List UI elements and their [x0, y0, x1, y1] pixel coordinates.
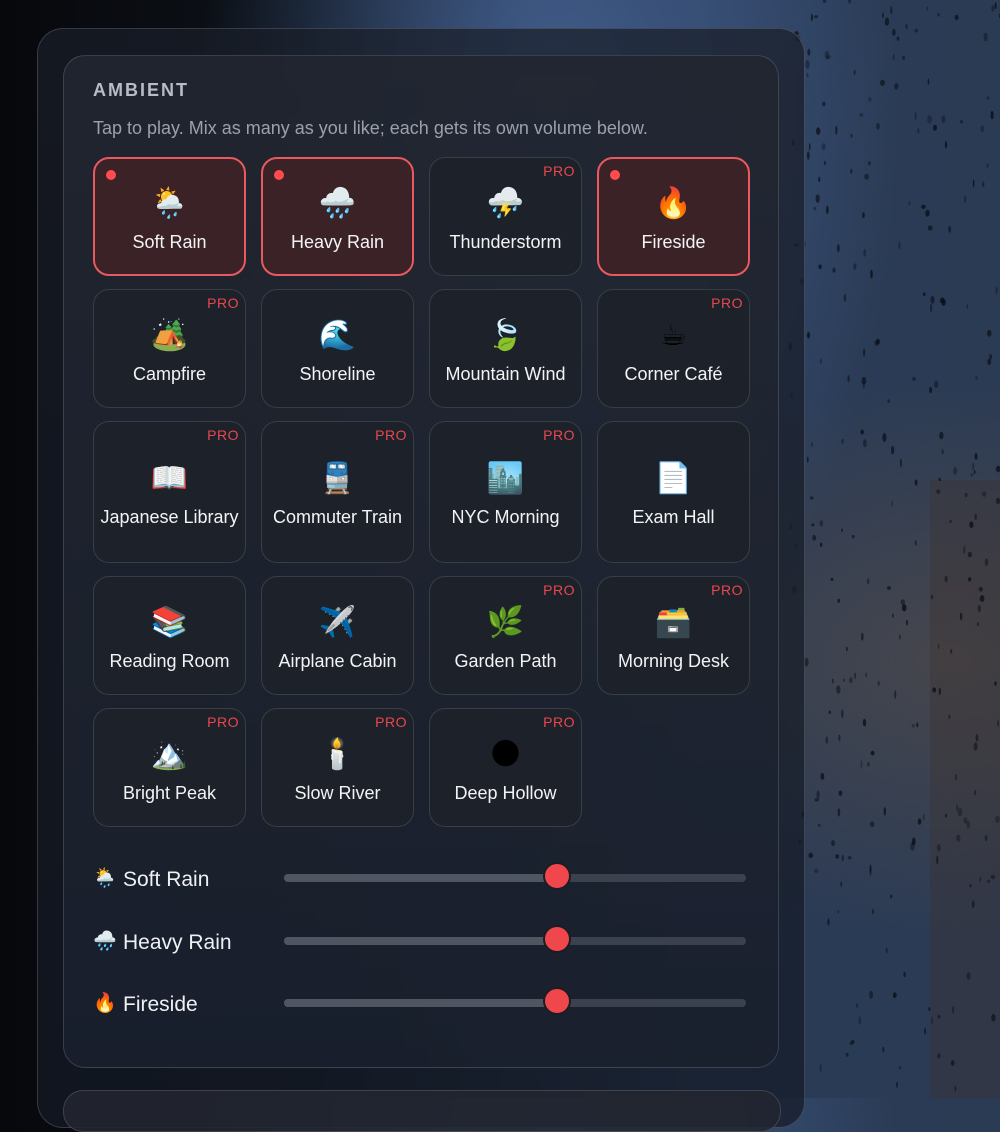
volume-slider-thumb[interactable]	[542, 862, 571, 890]
sound-tile[interactable]: 🌦️ Soft Rain	[93, 157, 246, 276]
sound-tile-label: Morning Desk	[617, 650, 730, 671]
sound-tile-label: Bright Peak	[122, 782, 217, 803]
book-icon: 📖	[150, 462, 189, 495]
card-box-icon: 🗃️	[654, 605, 693, 639]
pro-badge: PRO	[207, 427, 239, 443]
volume-slider-track[interactable]	[284, 924, 746, 953]
sound-tile[interactable]: PRO 🏙️ NYC Morning	[429, 421, 582, 563]
sound-tile-label: Fireside	[641, 231, 706, 252]
volume-slider-track[interactable]	[284, 987, 746, 1015]
playing-indicator	[610, 170, 620, 180]
sound-tile-label: Heavy Rain	[290, 231, 385, 252]
volume-slider-track[interactable]	[284, 862, 746, 890]
sound-tile[interactable]: 🍃 Mountain Wind	[429, 289, 582, 408]
sound-tile[interactable]: PRO 🏔️ Bright Peak	[93, 708, 246, 827]
sound-tile-label: Soft Rain	[132, 231, 207, 252]
train-icon: 🚆	[318, 462, 357, 495]
coffee-icon: ☕	[660, 318, 687, 352]
sun-rain-icon: 🌦️	[150, 186, 189, 220]
playing-indicator	[274, 170, 284, 180]
volume-slider-fill	[284, 936, 557, 945]
sound-tile-label: NYC Morning	[451, 507, 560, 527]
sound-grid: 🌦️ Soft Rain 🌧️ Heavy Rain PRO ⛈️ Thunderstorm…	[93, 157, 750, 827]
sound-tile[interactable]: 🌧️ Heavy Rain	[261, 157, 414, 276]
sound-tile-label: Exam Hall	[632, 507, 715, 527]
sound-tile[interactable]: PRO ⛈️ Thunderstorm	[429, 157, 582, 276]
sound-tile-label: Thunderstorm	[449, 231, 562, 252]
sound-tile-label: Commuter Train	[272, 507, 403, 527]
sound-tile-label: Shoreline	[299, 363, 376, 384]
sound-tile[interactable]: ✈️ Airplane Cabin	[261, 576, 414, 695]
sound-tile[interactable]: 🌊 Shoreline	[261, 289, 414, 408]
pro-badge: PRO	[543, 427, 575, 443]
panel-subtitle: Tap to play. Mix as many as you like; ea…	[93, 118, 648, 138]
sound-tile-label: Deep Hollow	[454, 782, 557, 803]
volume-row: 🔥 Fireside	[93, 985, 753, 1048]
volume-slider-fill	[284, 999, 557, 1007]
airplane-icon: ✈️	[318, 605, 357, 639]
herb-icon: 🌿	[486, 605, 525, 639]
next-card	[63, 1090, 781, 1132]
volume-slider-thumb[interactable]	[542, 987, 571, 1015]
rain-cloud-icon: 🌧️	[318, 186, 357, 220]
rain-cloud-icon: 🌧️	[93, 930, 117, 952]
pro-badge: PRO	[207, 714, 239, 730]
pro-badge: PRO	[543, 714, 575, 730]
panel-title: AMBIENT	[93, 80, 189, 100]
thunder-cloud-icon: ⛈️	[486, 186, 525, 220]
sound-tile-label: Airplane Cabin	[278, 650, 397, 671]
sound-tile[interactable]: PRO ☕ Corner Café	[597, 289, 750, 408]
volume-label: Soft Rain	[123, 868, 210, 891]
new-moon-icon: 🌑	[489, 737, 522, 771]
sound-tile[interactable]: PRO 📖 Japanese Library	[93, 421, 246, 563]
sound-tile[interactable]: PRO 🏕️ Campfire	[93, 289, 246, 408]
sound-tile[interactable]: 📚 Reading Room	[93, 576, 246, 695]
fire-icon: 🔥	[93, 993, 117, 1014]
sound-tile-label: Corner Café	[624, 363, 723, 384]
playing-indicator	[106, 170, 116, 180]
fire-icon: 🔥	[654, 186, 693, 220]
pro-badge: PRO	[543, 163, 575, 179]
sound-tile[interactable]: PRO 🗃️ Morning Desk	[597, 576, 750, 695]
sound-tile-label: Slow River	[294, 782, 381, 803]
leaves-icon: 🍃	[486, 318, 525, 352]
sound-tile[interactable]: PRO 🌿 Garden Path	[429, 576, 582, 695]
mountain-icon: 🏔️	[150, 737, 189, 771]
camping-icon: 🏕️	[150, 318, 189, 352]
sound-tile-label: Campfire	[132, 363, 207, 384]
sound-tile-label: Mountain Wind	[445, 363, 566, 384]
sun-rain-icon: 🌦️	[93, 868, 117, 889]
volume-slider-thumb[interactable]	[542, 924, 571, 953]
pro-badge: PRO	[375, 714, 407, 730]
sound-tile-label: Garden Path	[454, 650, 557, 671]
volume-slider-fill	[284, 874, 557, 882]
sound-tile[interactable]: 🔥 Fireside	[597, 157, 750, 276]
sound-tile[interactable]: PRO 🌑 Deep Hollow	[429, 708, 582, 827]
sound-tile-label: Reading Room	[109, 650, 230, 671]
candle-icon: 🕯️	[318, 737, 357, 771]
books-icon: 📚	[150, 605, 189, 639]
volume-mixer: 🌦️ Soft Rain 🌧️ Heavy Rain 🔥 Fireside	[93, 860, 753, 1048]
pro-badge: PRO	[375, 427, 407, 443]
page-icon: 📄	[654, 462, 693, 495]
sound-tile-label: Japanese Library	[100, 507, 239, 527]
wave-icon: 🌊	[318, 318, 357, 352]
pro-badge: PRO	[711, 295, 743, 311]
sound-tile[interactable]: PRO 🕯️ Slow River	[261, 708, 414, 827]
sound-tile[interactable]: PRO 🚆 Commuter Train	[261, 421, 414, 563]
pro-badge: PRO	[543, 582, 575, 598]
cityscape-icon: 🏙️	[486, 462, 525, 495]
volume-row: 🌧️ Heavy Rain	[93, 923, 753, 986]
volume-label: Heavy Rain	[123, 930, 232, 954]
pro-badge: PRO	[711, 582, 743, 598]
volume-row: 🌦️ Soft Rain	[93, 860, 753, 923]
sound-tile[interactable]: 📄 Exam Hall	[597, 421, 750, 563]
pro-badge: PRO	[207, 295, 239, 311]
volume-label: Fireside	[123, 993, 198, 1016]
